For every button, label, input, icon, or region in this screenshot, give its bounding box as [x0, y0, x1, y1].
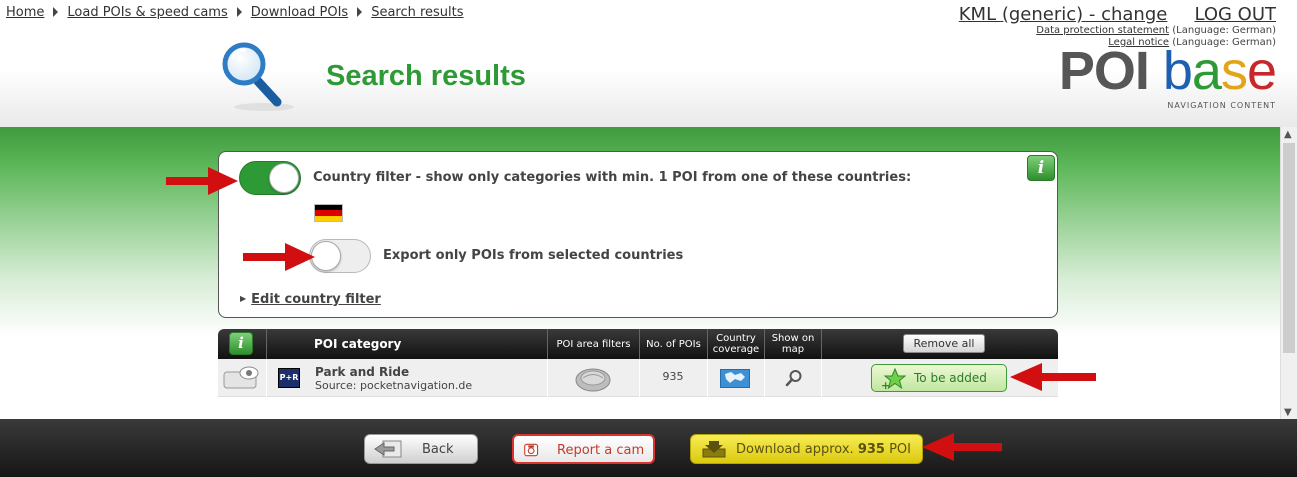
- annotation-arrow-icon: [243, 243, 315, 271]
- country-filter-label: Country filter - show only categories wi…: [313, 170, 912, 185]
- page-header: Home Load POIs & speed cams Download POIs S…: [0, 0, 1297, 127]
- breadcrumb-home[interactable]: Home: [6, 5, 44, 20]
- logout-link[interactable]: LOG OUT: [1194, 4, 1276, 25]
- vertical-scrollbar[interactable]: ▲ ▼: [1280, 127, 1297, 419]
- magnifier-icon: [222, 42, 294, 111]
- download-label: Download approx. 935 POI: [736, 442, 911, 457]
- category-name: Park and Ride: [315, 365, 410, 379]
- table-header: i POI category POI area filters No. of P…: [218, 329, 1058, 359]
- back-button[interactable]: Back: [364, 434, 478, 464]
- breadcrumb-search-results[interactable]: Search results: [371, 5, 463, 20]
- scroll-up-icon[interactable]: ▲: [1284, 129, 1294, 140]
- to-be-added-label: To be added: [914, 371, 987, 385]
- breadcrumb: Home Load POIs & speed cams Download POIs S…: [6, 5, 464, 20]
- footer-toolbar: Back Report a cam Download approx. 935 P…: [0, 419, 1297, 477]
- edit-country-filter-link[interactable]: Edit country filter: [251, 292, 381, 307]
- annotation-arrow-icon: [166, 167, 238, 195]
- back-label: Back: [422, 442, 454, 457]
- breadcrumb-load-pois[interactable]: Load POIs & speed cams: [67, 5, 227, 20]
- breadcrumb-download-pois[interactable]: Download POIs: [251, 5, 348, 20]
- park-and-ride-icon: P+R: [278, 368, 300, 388]
- export-only-toggle[interactable]: [309, 239, 371, 273]
- table-row: P+R Park and Ride Source: pocketnavigati…: [218, 359, 1058, 397]
- show-on-map-search-icon[interactable]: [785, 369, 803, 387]
- info-icon[interactable]: i: [1027, 155, 1055, 181]
- header-area-filters: POI area filters: [547, 329, 639, 359]
- header-show-on-map: Show on map: [764, 329, 821, 359]
- export-only-label: Export only POIs from selected countries: [383, 248, 684, 263]
- back-arrow-icon: [374, 440, 402, 458]
- kml-change-link[interactable]: KML (generic) - change: [959, 4, 1168, 25]
- breadcrumb-separator-icon: [236, 7, 242, 17]
- category-source: Source: pocketnavigation.de: [315, 379, 473, 392]
- country-coverage-map-icon[interactable]: [720, 369, 750, 388]
- data-protection-link[interactable]: Data protection statement: [1036, 25, 1169, 36]
- edit-country-filter: ▶ Edit country filter: [240, 292, 381, 307]
- table-info-icon[interactable]: i: [229, 332, 253, 355]
- scroll-down-icon[interactable]: ▼: [1284, 407, 1294, 418]
- breadcrumb-separator-icon: [53, 7, 59, 17]
- header-num-pois: No. of POIs: [639, 329, 707, 359]
- data-protection-language: (Language: German): [1172, 25, 1276, 36]
- poi-category-table: i POI category POI area filters No. of P…: [218, 329, 1058, 397]
- download-icon: [702, 441, 726, 458]
- report-a-cam-button[interactable]: Report a cam: [512, 434, 655, 464]
- download-pois-button[interactable]: Download approx. 935 POI: [690, 434, 923, 464]
- to-be-added-button[interactable]: + To be added: [871, 364, 1007, 392]
- toggle-knob: [269, 163, 299, 193]
- svg-text:+: +: [881, 379, 890, 390]
- add-star-icon: +: [881, 368, 906, 390]
- expand-triangle-icon: ▶: [240, 294, 247, 303]
- scrollbar-thumb[interactable]: [1283, 143, 1295, 353]
- poibase-logo: POI base NAVIGATION CONTENT: [1058, 41, 1277, 110]
- country-filter-toggle[interactable]: [239, 161, 301, 195]
- annotation-arrow-icon: [1010, 363, 1096, 391]
- remove-all-button[interactable]: Remove all: [903, 334, 985, 353]
- breadcrumb-separator-icon: [357, 7, 363, 17]
- area-filter-icon[interactable]: [574, 366, 612, 392]
- page-title: Search results: [326, 60, 526, 92]
- toggle-knob: [311, 241, 341, 271]
- header-country-coverage: Country coverage: [707, 329, 764, 359]
- poi-count: 935: [662, 370, 684, 383]
- header-poi-category: POI category: [314, 337, 402, 351]
- account-links: KML (generic) - change LOG OUT: [959, 4, 1276, 25]
- germany-flag-icon[interactable]: [314, 204, 343, 222]
- annotation-arrow-icon: [922, 433, 1002, 461]
- report-a-cam-label: Report a cam: [557, 443, 645, 458]
- preview-eye-icon[interactable]: [223, 366, 261, 390]
- report-camera-icon: [524, 443, 539, 457]
